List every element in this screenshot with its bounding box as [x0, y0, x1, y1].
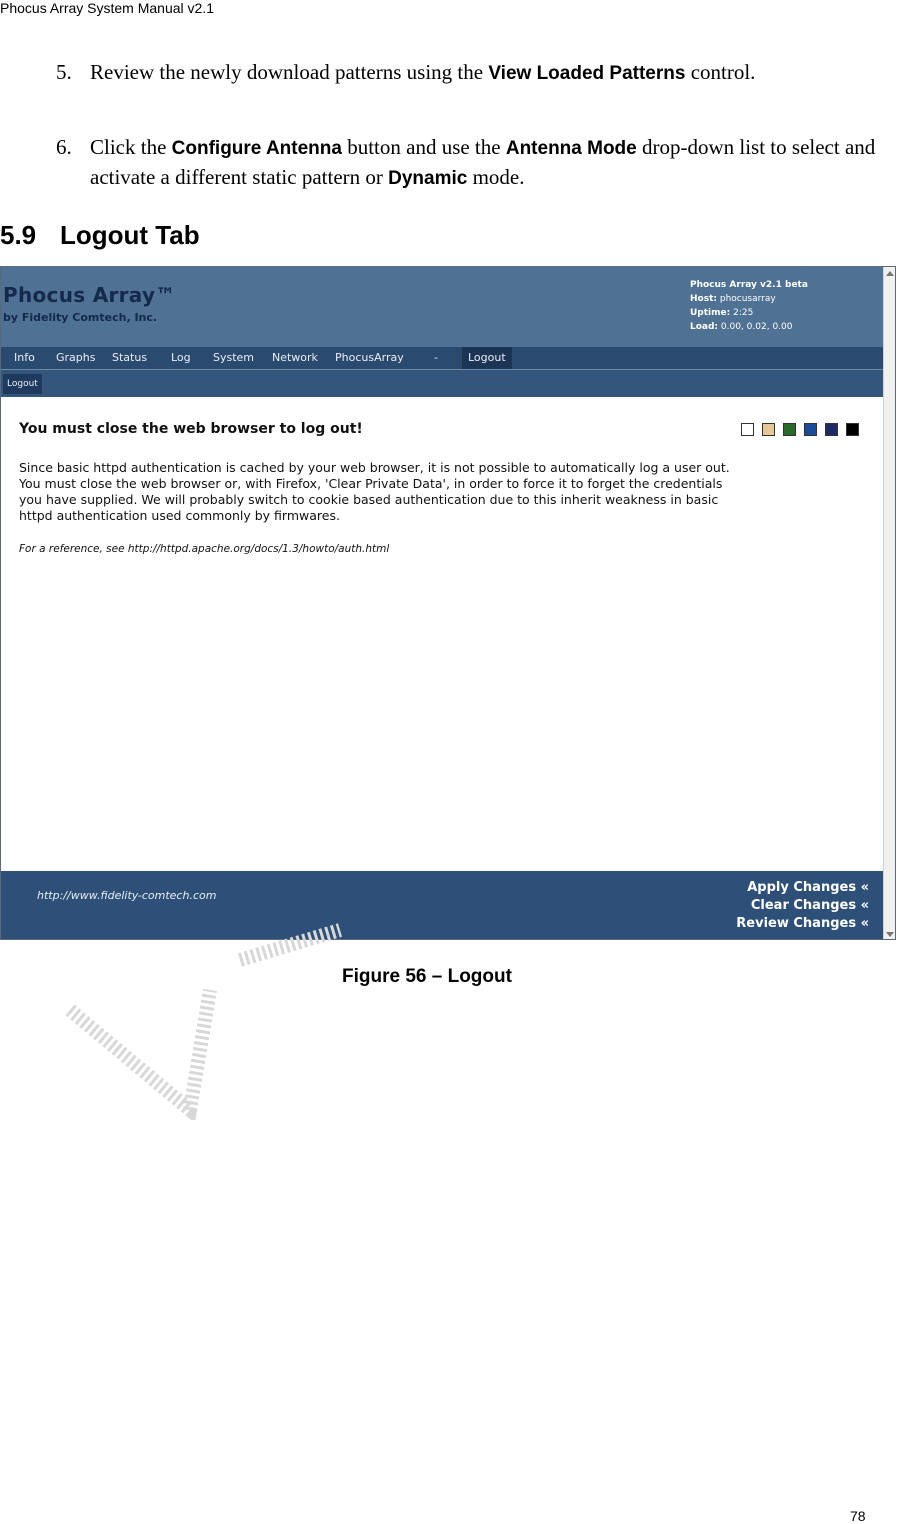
scroll-down-icon[interactable] — [886, 932, 894, 937]
brand-title: Phocus Array™ — [3, 283, 176, 307]
step-6: 6. Click the Configure Antenna button an… — [56, 133, 880, 193]
bold-term: Antenna Mode — [505, 138, 637, 159]
step-number: 6. — [56, 135, 72, 159]
section-number: 5.9 — [0, 220, 37, 250]
swatch-blue[interactable] — [804, 423, 817, 436]
document-header: Phocus Array System Manual v2.1 — [0, 0, 214, 16]
watermark-stroke — [65, 988, 217, 1120]
step-5: 5. Review the newly download patterns us… — [56, 58, 880, 88]
brand-subtitle: by Fidelity Comtech, Inc. — [3, 311, 158, 324]
nav-log[interactable]: Log — [171, 347, 191, 369]
bold-term: Configure Antenna — [171, 138, 342, 159]
footer-url-link[interactable]: http://www.fidelity-comtech.com — [37, 889, 216, 902]
uptime-row: Uptime: 2:25 — [690, 308, 754, 318]
swatch-navy[interactable] — [825, 423, 838, 436]
figure-caption: Figure 56 – Logout — [342, 966, 512, 987]
sub-nav: Logout — [1, 369, 883, 397]
swatch-tan[interactable] — [762, 423, 775, 436]
footer-actions: Apply Changes « Clear Changes « Review C… — [736, 879, 869, 933]
scrollbar[interactable] — [883, 267, 895, 939]
system-info: Phocus Array v2.1 beta Host: phocusarray… — [690, 278, 808, 334]
step-text: Review the newly download patterns using… — [90, 60, 756, 84]
logout-explanation: Since basic httpd authentication is cach… — [19, 460, 730, 523]
bold-term: View Loaded Patterns — [488, 63, 686, 84]
swatch-white[interactable] — [741, 423, 754, 436]
nav-status[interactable]: Status — [112, 347, 147, 369]
nav-system[interactable]: System — [213, 347, 254, 369]
nav-phocusarray[interactable]: PhocusArray — [335, 347, 404, 369]
swatch-black[interactable] — [846, 423, 859, 436]
apply-changes-link[interactable]: Apply Changes « — [736, 879, 869, 897]
nav-logout[interactable]: Logout — [462, 347, 512, 369]
version-text: Phocus Array v2.1 beta — [690, 280, 808, 290]
app-footer: http://www.fidelity-comtech.com Apply Ch… — [1, 871, 883, 939]
logout-heading: You must close the web browser to log ou… — [19, 421, 363, 437]
nav-separator: - — [434, 351, 438, 364]
scroll-up-icon[interactable] — [886, 271, 894, 276]
section-title: Logout Tab — [60, 220, 200, 250]
clear-changes-link[interactable]: Clear Changes « — [736, 897, 869, 915]
main-nav: Info Graphs Status Log System Network Ph… — [1, 347, 883, 369]
swatch-green[interactable] — [783, 423, 796, 436]
screenshot-figure: Phocus Array™ by Fidelity Comtech, Inc. … — [0, 266, 896, 940]
review-changes-link[interactable]: Review Changes « — [736, 915, 869, 933]
step-text: Click the Configure Antenna button and u… — [90, 135, 876, 189]
page-number: 78 — [850, 1508, 866, 1524]
bold-term: Dynamic — [388, 168, 468, 189]
content-area: You must close the web browser to log ou… — [1, 397, 883, 871]
nav-graphs[interactable]: Graphs — [56, 347, 95, 369]
load-row: Load: 0.00, 0.02, 0.00 — [690, 322, 793, 332]
host-row: Host: phocusarray — [690, 294, 776, 304]
nav-info[interactable]: Info — [14, 347, 35, 369]
reference-note: For a reference, see http://httpd.apache… — [19, 543, 390, 555]
step-number: 5. — [56, 60, 72, 84]
nav-network[interactable]: Network — [272, 347, 318, 369]
subtab-logout[interactable]: Logout — [3, 374, 42, 394]
app-header: Phocus Array™ by Fidelity Comtech, Inc. … — [1, 267, 883, 347]
section-heading: 5.9 Logout Tab — [0, 220, 200, 251]
